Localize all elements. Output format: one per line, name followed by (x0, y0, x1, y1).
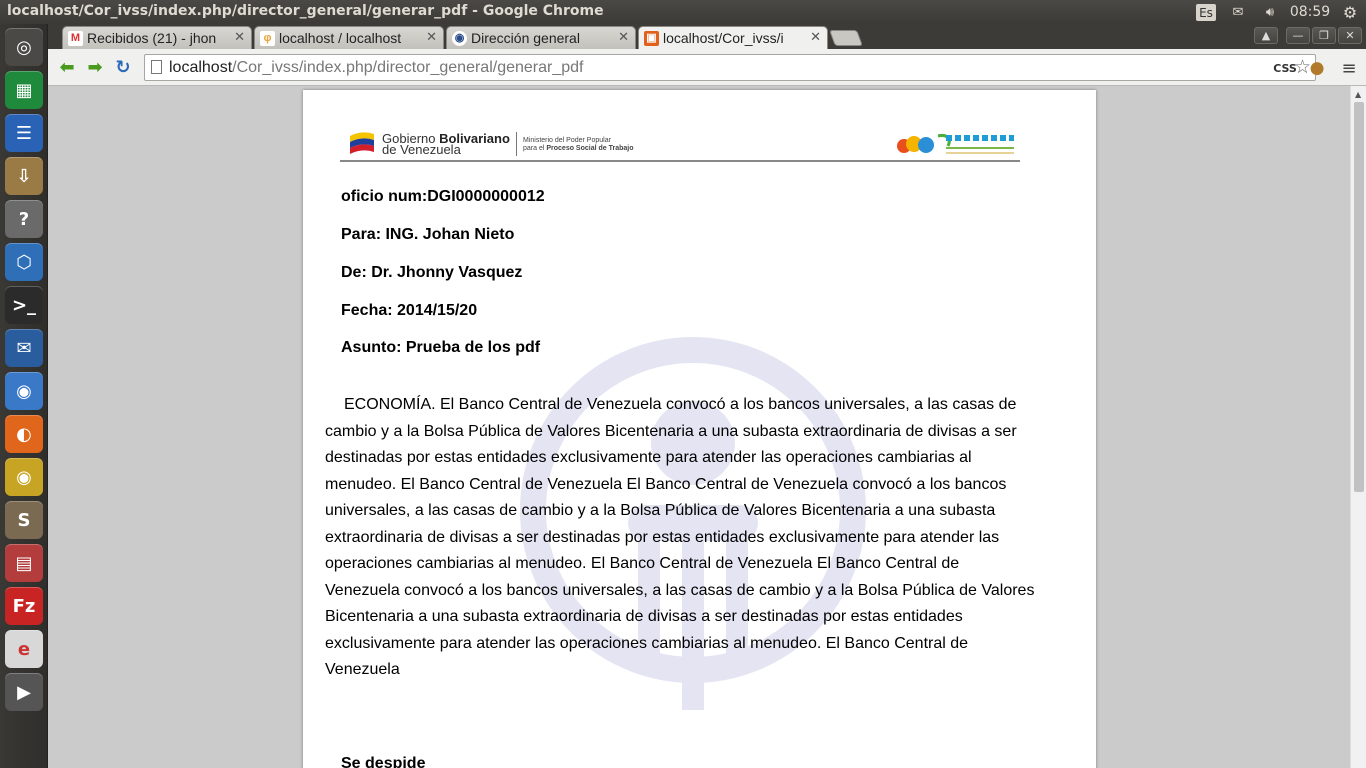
url-host: localhost (169, 59, 233, 76)
government-name: Gobierno Bolivariano de Venezuela (382, 132, 510, 157)
close-icon[interactable]: ✕ (426, 29, 437, 45)
gmail-icon: M (68, 31, 83, 46)
address-bar[interactable]: localhost/Cor_ivss/index.php/director_ge… (144, 54, 1316, 81)
tab-phpmyadmin[interactable]: φ localhost / localhost ✕ (254, 26, 444, 49)
tab-gmail[interactable]: M Recibidos (21) - jhon ✕ (62, 26, 252, 49)
google-chrome-icon[interactable]: ◉ (5, 458, 43, 496)
ministry-line2-normal: para el (523, 145, 547, 152)
archive-manager-icon[interactable]: ⇩ (5, 157, 43, 195)
css-extension-icon[interactable]: CSS (1273, 57, 1297, 79)
tab-strip: M Recibidos (21) - jhon ✕ φ localhost / … (48, 24, 1366, 49)
new-tab-button[interactable] (829, 30, 863, 46)
close-icon[interactable]: ✕ (618, 29, 629, 45)
close-window-button[interactable]: ✕ (1338, 27, 1362, 44)
xampp-icon: ▣ (644, 31, 659, 46)
launcher: ◎ ▦ ☰ ⇩? ⬡ >_ ✉ ◉ ◐ ◉ S ▤ Fz e ▶ (0, 24, 48, 768)
keyboard-layout-indicator[interactable]: Es (1196, 4, 1216, 21)
tab-generar-pdf[interactable]: ▣ localhost/Cor_ivss/i ✕ (638, 26, 828, 49)
tab-label: Recibidos (21) - jhon (87, 30, 217, 46)
minimize-button[interactable]: — (1286, 27, 1310, 44)
subject: Asunto: Prueba de los pdf (341, 339, 541, 356)
gov-name-line2: de Venezuela (382, 142, 461, 157)
letter-body: ECONOMÍA. El Banco Central de Venezuela … (325, 396, 1035, 678)
closing: Se despide (341, 755, 426, 768)
editor-icon[interactable]: e (5, 630, 43, 668)
ministry-line1: Ministerio del Poder Popular (523, 137, 611, 144)
dash-home-icon[interactable]: ◎ (5, 28, 43, 66)
sender: De: Dr. Jhonny Vasquez (341, 264, 523, 281)
oficio-number: oficio num:DGI0000000012 (341, 188, 545, 205)
help-icon[interactable]: ? (5, 200, 43, 238)
page-icon (151, 60, 162, 74)
tab-label: localhost/Cor_ivss/i (663, 30, 784, 46)
date: Fecha: 2014/15/20 (341, 302, 478, 319)
letterhead-divider (516, 132, 517, 156)
clock[interactable]: 08:59 (1290, 2, 1330, 22)
page-viewport: Gobierno Bolivariano de Venezuela Minist… (48, 86, 1366, 768)
profile-icon[interactable]: ▲ (1254, 27, 1278, 44)
pdf-page: Gobierno Bolivariano de Venezuela Minist… (303, 90, 1096, 768)
media-tools-icon[interactable]: ▶ (5, 673, 43, 711)
files-icon[interactable]: ▤ (5, 544, 43, 582)
close-icon[interactable]: ✕ (810, 29, 821, 45)
juventud-bicentenaria-logo (897, 134, 1014, 154)
ivss-icon: ◉ (452, 31, 467, 46)
ministry-name: Ministerio del Poder Popular para el Pro… (523, 137, 634, 153)
terminal-icon[interactable]: >_ (5, 286, 43, 324)
firefox-icon[interactable]: ◐ (5, 415, 43, 453)
mail-icon[interactable]: ✉ (1228, 2, 1248, 22)
ministry-line2-bold: Proceso Social de Trabajo (546, 145, 634, 152)
menu-icon[interactable]: ≡ (1338, 57, 1360, 79)
chromium-icon[interactable]: ◉ (5, 372, 43, 410)
back-arrow-icon[interactable]: ⬅ (56, 56, 78, 78)
virtualbox-icon[interactable]: ⬡ (5, 243, 43, 281)
cookie-extension-icon[interactable]: ● (1306, 57, 1328, 79)
libreoffice-writer-icon[interactable]: ☰ (5, 114, 43, 152)
scroll-up-arrow-icon[interactable]: ▲ (1355, 90, 1361, 99)
thunderbird-icon[interactable]: ✉ (5, 329, 43, 367)
close-icon[interactable]: ✕ (234, 29, 245, 45)
reload-icon[interactable]: ↻ (112, 56, 134, 78)
volume-icon[interactable]: 🔊︎ (1260, 2, 1280, 22)
letterhead: Gobierno Bolivariano de Venezuela Minist… (340, 126, 1020, 162)
scrollbar-thumb[interactable] (1354, 102, 1364, 492)
sublime-text-icon[interactable]: S (5, 501, 43, 539)
browser-toolbar: ⬅ ➡ ↻ localhost/Cor_ivss/index.php/direc… (48, 49, 1366, 86)
url-path: /Cor_ivss/index.php/director_general/gen… (232, 59, 584, 76)
tab-label: localhost / localhost (279, 30, 402, 46)
recipient: Para: ING. Johan Nieto (341, 226, 515, 243)
venezuela-flag-icon (350, 132, 374, 154)
filezilla-icon[interactable]: Fz (5, 587, 43, 625)
phpmyadmin-icon: φ (260, 31, 275, 46)
session-gear-icon[interactable]: ⚙ (1340, 2, 1360, 22)
window-title: localhost/Cor_ivss/index.php/director_ge… (7, 3, 604, 19)
libreoffice-calc-icon[interactable]: ▦ (5, 71, 43, 109)
system-top-bar: localhost/Cor_ivss/index.php/director_ge… (0, 0, 1366, 24)
tab-direccion-general[interactable]: ◉ Dirección general ✕ (446, 26, 636, 49)
restore-button[interactable]: ❐ (1312, 27, 1336, 44)
forward-arrow-icon[interactable]: ➡ (84, 56, 106, 78)
vertical-scrollbar[interactable]: ▲ (1350, 86, 1366, 768)
tab-label: Dirección general (471, 30, 580, 46)
